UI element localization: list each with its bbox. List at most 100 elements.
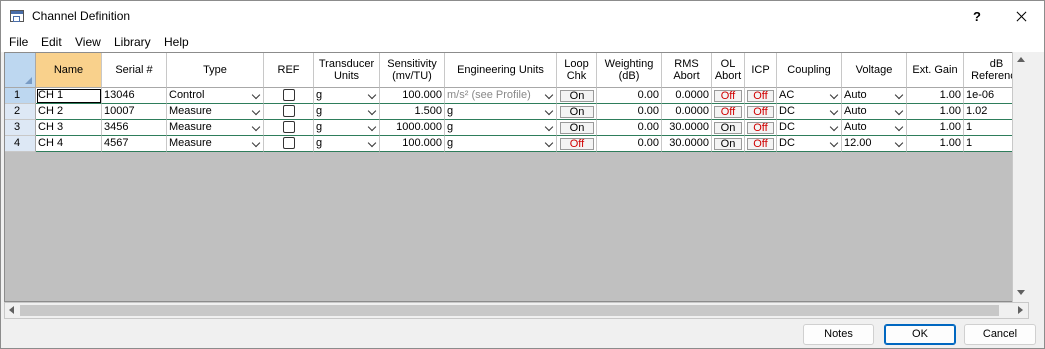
cell-serial[interactable]: 3456: [102, 120, 167, 136]
cell-transducer-units[interactable]: g: [314, 104, 380, 120]
column-header-sensitivity[interactable]: Sensitivity (mv/TU): [380, 53, 445, 88]
cell-name[interactable]: CH 3: [36, 120, 102, 136]
scroll-left-icon[interactable]: [9, 306, 14, 314]
toggle-button[interactable]: Off: [747, 122, 774, 134]
column-header-name[interactable]: Name: [36, 53, 102, 88]
cell-weighting[interactable]: 0.00: [597, 120, 662, 136]
chevron-down-icon[interactable]: [894, 106, 905, 117]
select-all-corner[interactable]: [5, 53, 36, 88]
cell-type[interactable]: Measure: [167, 120, 264, 136]
cell-sensitivity[interactable]: 100.000: [380, 136, 445, 152]
cell-serial[interactable]: 10007: [102, 104, 167, 120]
cell-name[interactable]: CH 1: [36, 88, 102, 104]
cell-weighting[interactable]: 0.00: [597, 104, 662, 120]
cell-weighting[interactable]: 0.00: [597, 136, 662, 152]
cell-voltage[interactable]: Auto: [842, 104, 907, 120]
cell-icp[interactable]: Off: [745, 104, 777, 120]
chevron-down-icon[interactable]: [829, 122, 840, 133]
row-header[interactable]: 1: [5, 88, 36, 104]
chevron-down-icon[interactable]: [251, 138, 262, 149]
cell-ref[interactable]: [264, 104, 314, 120]
cell-loop-chk[interactable]: On: [557, 88, 597, 104]
chevron-down-icon[interactable]: [894, 122, 905, 133]
column-header-voltage[interactable]: Voltage: [842, 53, 907, 88]
ok-button[interactable]: OK: [884, 324, 956, 345]
menu-help[interactable]: Help: [164, 35, 189, 49]
cell-weighting[interactable]: 0.00: [597, 88, 662, 104]
cell-type[interactable]: Measure: [167, 104, 264, 120]
cell-transducer-units[interactable]: g: [314, 88, 380, 104]
row-header[interactable]: 2: [5, 104, 36, 120]
help-button[interactable]: ?: [959, 3, 995, 30]
cell-sensitivity[interactable]: 1.500: [380, 104, 445, 120]
toggle-button[interactable]: Off: [747, 90, 774, 102]
cell-ext-gain[interactable]: 1.00: [907, 120, 964, 136]
ref-checkbox[interactable]: [282, 137, 295, 149]
cell-loop-chk[interactable]: Off: [557, 136, 597, 152]
column-header-ext-gain[interactable]: Ext. Gain: [907, 53, 964, 88]
column-header-icp[interactable]: ICP: [745, 53, 777, 88]
horizontal-scrollbar[interactable]: [4, 302, 1029, 319]
cell-coupling[interactable]: AC: [777, 88, 842, 104]
column-header-loop-chk[interactable]: Loop Chk: [557, 53, 597, 88]
cell-voltage[interactable]: Auto: [842, 120, 907, 136]
chevron-down-icon[interactable]: [544, 106, 555, 117]
chevron-down-icon[interactable]: [544, 122, 555, 133]
cell-sensitivity[interactable]: 1000.000: [380, 120, 445, 136]
toggle-button[interactable]: On: [560, 106, 594, 118]
cell-ref[interactable]: [264, 120, 314, 136]
cell-ext-gain[interactable]: 1.00: [907, 136, 964, 152]
cell-ext-gain[interactable]: 1.00: [907, 104, 964, 120]
cell-rms-abort[interactable]: 0.0000: [662, 88, 712, 104]
cell-rms-abort[interactable]: 0.0000: [662, 104, 712, 120]
cell-ref[interactable]: [264, 88, 314, 104]
cell-ol-abort[interactable]: Off: [712, 88, 745, 104]
toggle-button[interactable]: Off: [714, 106, 742, 118]
toggle-button[interactable]: Off: [714, 90, 742, 102]
cell-ref[interactable]: [264, 136, 314, 152]
cell-icp[interactable]: Off: [745, 120, 777, 136]
chevron-down-icon[interactable]: [894, 138, 905, 149]
cell-sensitivity[interactable]: 100.000: [380, 88, 445, 104]
close-icon[interactable]: [1003, 3, 1039, 30]
cell-icp[interactable]: Off: [745, 136, 777, 152]
cell-type[interactable]: Measure: [167, 136, 264, 152]
column-header-coupling[interactable]: Coupling: [777, 53, 842, 88]
chevron-down-icon[interactable]: [544, 138, 555, 149]
chevron-down-icon[interactable]: [367, 138, 378, 149]
menu-file[interactable]: File: [9, 35, 28, 49]
cell-name[interactable]: CH 4: [36, 136, 102, 152]
cell-rms-abort[interactable]: 30.0000: [662, 120, 712, 136]
cell-serial[interactable]: 13046: [102, 88, 167, 104]
menu-edit[interactable]: Edit: [41, 35, 62, 49]
cell-serial[interactable]: 4567: [102, 136, 167, 152]
cell-rms-abort[interactable]: 30.0000: [662, 136, 712, 152]
ref-checkbox[interactable]: [282, 105, 295, 117]
cell-engineering-units[interactable]: g: [445, 120, 557, 136]
chevron-down-icon[interactable]: [251, 106, 262, 117]
cell-loop-chk[interactable]: On: [557, 120, 597, 136]
column-header-transducer-units[interactable]: Transducer Units: [314, 53, 380, 88]
cell-coupling[interactable]: DC: [777, 104, 842, 120]
cell-voltage[interactable]: 12.00: [842, 136, 907, 152]
notes-button[interactable]: Notes: [803, 324, 874, 345]
cell-coupling[interactable]: DC: [777, 120, 842, 136]
cell-engineering-units[interactable]: g: [445, 136, 557, 152]
toggle-button[interactable]: On: [560, 90, 594, 102]
column-header-engineering-units[interactable]: Engineering Units: [445, 53, 557, 88]
scroll-right-icon[interactable]: [1018, 306, 1023, 314]
column-header-ol-abort[interactable]: OL Abort: [712, 53, 745, 88]
chevron-down-icon[interactable]: [367, 90, 378, 101]
ref-checkbox[interactable]: [282, 121, 295, 133]
cell-ol-abort[interactable]: On: [712, 120, 745, 136]
column-header-weighting[interactable]: Weighting (dB): [597, 53, 662, 88]
cell-engineering-units[interactable]: m/s² (see Profile): [445, 88, 557, 104]
cancel-button[interactable]: Cancel: [964, 324, 1036, 345]
chevron-down-icon[interactable]: [829, 106, 840, 117]
chevron-down-icon[interactable]: [829, 90, 840, 101]
row-header[interactable]: 3: [5, 120, 36, 136]
cell-ol-abort[interactable]: Off: [712, 104, 745, 120]
toggle-button[interactable]: Off: [560, 138, 594, 150]
chevron-down-icon[interactable]: [367, 122, 378, 133]
cell-voltage[interactable]: Auto: [842, 88, 907, 104]
